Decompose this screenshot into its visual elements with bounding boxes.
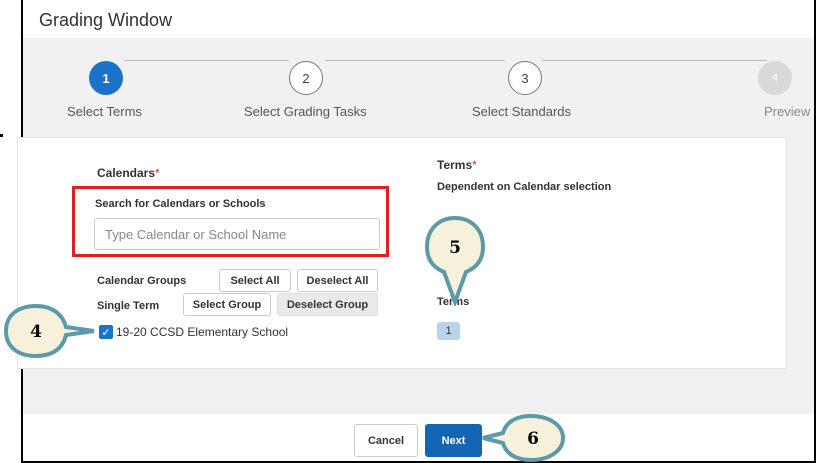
term-badge[interactable]: 1 — [437, 322, 460, 340]
callout-6-marker: 6 — [482, 413, 566, 463]
select-group-button[interactable]: Select Group — [183, 293, 271, 316]
step-connector — [325, 60, 505, 61]
callout-4-number: 4 — [30, 322, 42, 342]
deselect-all-button[interactable]: Deselect All — [297, 269, 378, 292]
step-connector — [124, 60, 289, 61]
step-connector — [542, 60, 767, 61]
calendar-checkbox[interactable]: ✓ — [99, 325, 113, 339]
window-title: Grading Window — [39, 10, 173, 30]
required-mark: * — [472, 158, 477, 172]
terms-hint: Dependent on Calendar selection — [437, 181, 612, 193]
deselect-group-button[interactable]: Deselect Group — [277, 293, 378, 316]
search-label: Search for Calendars or Schools — [95, 198, 266, 210]
calendars-label: Calendars — [97, 166, 156, 180]
step-1-label[interactable]: Select Terms — [67, 104, 142, 119]
step-4-circle: 4 — [758, 61, 792, 95]
margin-dot — [0, 134, 3, 137]
calendar-groups-label: Calendar Groups — [97, 275, 187, 287]
callout-5-marker: 5 — [424, 215, 486, 306]
next-button[interactable]: Next — [425, 424, 482, 457]
calendar-search-input[interactable]: Type Calendar or School Name — [94, 218, 380, 250]
select-all-button[interactable]: Select All — [219, 269, 291, 292]
cancel-button[interactable]: Cancel — [354, 424, 418, 457]
step-2-circle[interactable]: 2 — [289, 61, 323, 95]
step-2-label[interactable]: Select Grading Tasks — [244, 104, 367, 119]
step-3-circle[interactable]: 3 — [508, 61, 542, 95]
calendars-heading: Calendars* — [97, 166, 160, 180]
terms-label: Terms — [437, 158, 473, 172]
required-mark: * — [155, 166, 160, 180]
step-4-label: Preview — [764, 104, 811, 119]
callout-4-marker: 4 — [3, 303, 95, 359]
step-1-circle[interactable]: 1 — [89, 61, 123, 95]
step-3-label[interactable]: Select Standards — [472, 104, 571, 119]
calendar-item-label[interactable]: 19-20 CCSD Elementary School — [116, 325, 288, 339]
callout-5-number: 5 — [449, 238, 461, 258]
single-term-label: Single Term — [97, 300, 160, 312]
callout-6-number: 6 — [527, 429, 539, 449]
terms-heading: Terms* — [437, 158, 477, 172]
